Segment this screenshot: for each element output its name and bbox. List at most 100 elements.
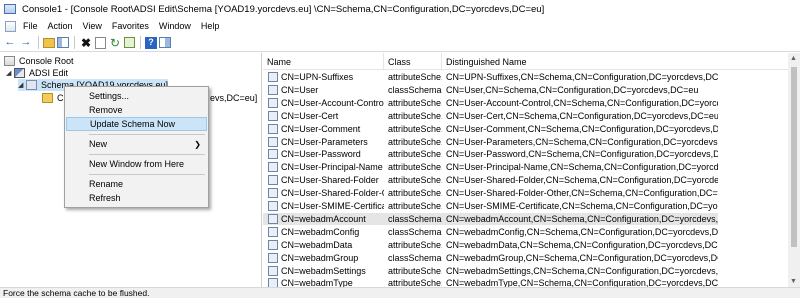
menu-view[interactable]: View [78,21,107,31]
properties-icon[interactable] [95,36,106,49]
menu-help[interactable]: Help [196,21,225,31]
table-row[interactable]: CN=webadmGroup classSchema CN=webadmGroup,… [263,252,718,264]
table-row[interactable]: CN=User-Cert attributeSche... CN=User-Cert… [263,110,718,122]
name-cell: CN=webadmSettings [268,265,384,277]
row-class: attributeSche... [388,175,442,186]
tree-node-adsi-edit[interactable]: ◢ ADSI Edit [6,67,68,79]
name-cell: CN=webadmGroup [268,252,384,264]
name-cell: CN=User-Principal-Name [268,161,384,173]
table-row[interactable]: CN=User-Shared-Folder-Ot... attributeSche… [263,187,718,199]
schema-object-icon [268,162,278,173]
action-pane-icon[interactable] [159,37,171,48]
row-name: CN=User [281,84,319,95]
schema-object-icon [268,188,278,199]
table-row[interactable]: CN=User-Password attributeSche... CN=User-… [263,148,718,160]
row-name: CN=User-Principal-Name [281,162,383,173]
row-name: CN=webadmGroup [281,252,359,263]
row-name: CN=User-Parameters [281,136,368,147]
forward-arrow-icon[interactable]: → [19,36,33,49]
name-cell: CN=webadmConfig [268,226,384,238]
name-cell: CN=User [268,84,384,96]
row-class: attributeSche... [388,201,442,211]
menu-file[interactable]: File [18,21,43,31]
table-row[interactable]: CN=webadmSettings attributeSche... CN=weba… [263,265,718,277]
show-hide-tree-icon[interactable] [57,37,69,48]
collapse-chevron-icon[interactable]: ◢ [6,69,14,77]
name-cell: CN=webadmAccount [268,213,384,225]
tree-node-label: evs,DC=eu] [210,93,258,103]
tree-node-label: Console Root [19,56,74,66]
scroll-up-icon[interactable]: ▲ [790,55,797,62]
table-row[interactable]: CN=User-Principal-Name attributeSche... CN… [263,161,718,173]
menu-bar: File Action View Favorites Window Help [0,18,800,34]
row-name: CN=webadmSettings [281,265,366,276]
menu-window[interactable]: Window [154,21,196,31]
tree-node-console-root[interactable]: Console Root [4,55,74,67]
refresh-icon[interactable]: ↻ [108,36,122,49]
row-distinguished-name: CN=webadmGroup,CN=Schema,CN=Configuratio… [446,252,718,263]
menu-item-settings[interactable]: Settings... [66,89,207,103]
table-row[interactable]: CN=User-Parameters attributeSche... CN=Use… [263,136,718,148]
row-class: classSchema [388,84,442,95]
row-name: CN=User-SMIME-Certificate [281,201,384,211]
name-cell: CN=User-Cert [268,110,384,122]
menu-item-remove[interactable]: Remove [66,103,207,117]
scroll-thumb[interactable] [791,67,797,247]
row-distinguished-name: CN=User-Shared-Folder-Other,CN=Schema,CN… [446,188,718,199]
name-cell: CN=User-Comment [268,123,384,135]
row-class: classSchema [388,226,442,237]
schema-object-icon [268,175,278,186]
help-icon[interactable]: ? [145,36,157,49]
column-header-name[interactable]: Name [263,53,384,70]
row-class: attributeSche... [388,162,442,173]
row-distinguished-name: CN=User-Account-Control,CN=Schema,CN=Con… [446,97,718,108]
row-name: CN=User-Shared-Folder [281,175,379,186]
schema-object-icon [268,252,278,263]
column-header-class[interactable]: Class [384,53,442,70]
row-distinguished-name: CN=User-Cert,CN=Schema,CN=Configuration,… [446,110,718,121]
row-distinguished-name: CN=User-Shared-Folder,CN=Schema,CN=Confi… [446,175,718,186]
menu-separator [89,174,205,175]
back-arrow-icon[interactable]: ← [3,36,17,49]
name-cell: CN=webadmData [268,239,384,251]
row-name: CN=webadmAccount [281,213,366,224]
menu-item-refresh[interactable]: Refresh [66,191,207,205]
title-bar: Console1 - [Console Root\ADSI Edit\Schem… [0,0,800,18]
delete-icon[interactable]: ✖ [79,36,93,49]
menu-item-new-window[interactable]: New Window from Here [66,157,207,171]
menu-item-rename[interactable]: Rename [66,177,207,191]
vertical-scrollbar[interactable]: ▲ ▼ [788,53,800,287]
row-name: CN=webadmType [281,278,353,287]
document-icon[interactable] [5,20,16,32]
table-row[interactable]: CN=User-Shared-Folder attributeSche... CN=… [263,174,718,186]
schema-icon [26,80,37,90]
toolbar-separator [38,36,39,49]
name-cell: CN=webadmType [268,277,384,287]
table-row[interactable]: CN=UPN-Suffixes attributeSche... CN=UPN-Su… [263,71,718,83]
table-row[interactable]: CN=webadmData attributeSche... CN=webadmDa… [263,239,718,251]
up-folder-icon[interactable] [43,37,55,48]
row-class: attributeSche... [388,97,442,108]
export-list-icon[interactable] [124,37,135,48]
row-distinguished-name: CN=User-SMIME-Certificate,CN=Schema,CN=C… [446,201,718,211]
table-row[interactable]: CN=webadmType attributeSche... CN=webadmTy… [263,277,718,287]
menu-favorites[interactable]: Favorites [107,21,154,31]
table-row[interactable]: CN=webadmConfig classSchema CN=webadmConfi… [263,226,718,238]
adsi-edit-icon [14,68,25,78]
menu-item-update-schema-now[interactable]: Update Schema Now [66,117,207,131]
table-row[interactable]: CN=User-Comment attributeSche... CN=User-C… [263,123,718,135]
table-row[interactable]: CN=User classSchema CN=User,CN=Schema,CN=C… [263,84,718,96]
menu-action[interactable]: Action [43,21,78,31]
mmc-console-icon [4,4,16,14]
folder-icon [42,93,53,103]
collapse-chevron-icon[interactable]: ◢ [18,81,26,89]
table-row[interactable]: CN=User-Account-Control attributeSche... C… [263,97,718,109]
schema-object-icon [268,278,278,287]
menu-item-new[interactable]: New ❯ [66,137,207,151]
table-row[interactable]: CN=User-SMIME-Certificate attributeSche..… [263,200,718,212]
row-distinguished-name: CN=webadmConfig,CN=Schema,CN=Configurati… [446,226,718,237]
tree-node-label: ADSI Edit [29,68,69,78]
table-row[interactable]: CN=webadmAccount classSchema CN=webadmAcco… [263,212,718,225]
column-header-distinguished-name[interactable]: Distinguished Name [442,53,718,70]
scroll-down-icon[interactable]: ▼ [790,278,797,285]
